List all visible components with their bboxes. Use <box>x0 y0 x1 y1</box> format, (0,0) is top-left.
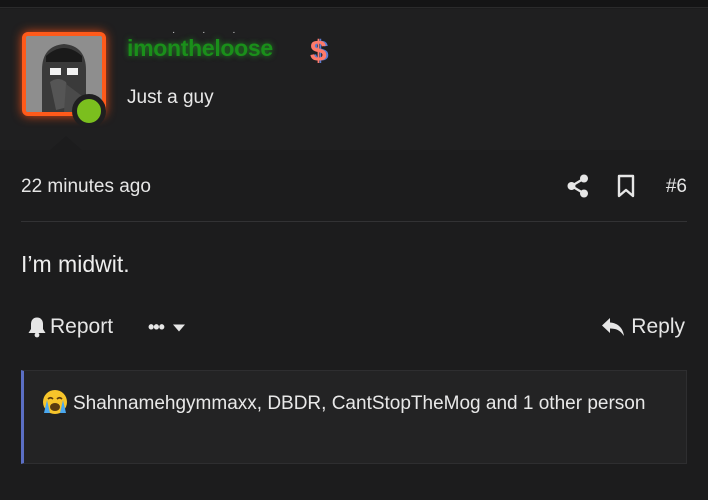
post-body: I’m midwit. <box>21 251 130 277</box>
divider <box>21 221 687 222</box>
post-meta-row: 22 minutes ago #6 <box>21 172 687 202</box>
top-strip <box>0 0 708 8</box>
user-title: Just a guy <box>127 87 214 108</box>
online-status-dot <box>72 94 106 128</box>
bookmark-icon[interactable] <box>617 174 635 203</box>
chevron-down-icon <box>172 324 185 331</box>
reply-button[interactable]: Reply <box>601 313 685 341</box>
share-icon[interactable] <box>567 174 589 203</box>
reactions-bar[interactable]: Shahnamehgymmaxx, DBDR, CantStopTheMog a… <box>21 370 687 464</box>
bell-icon <box>28 317 46 338</box>
user-header: · · · imontheloose $ Just a guy <box>0 9 708 150</box>
report-button[interactable]: Report <box>27 313 113 341</box>
dollar-icon: $ <box>310 35 327 68</box>
more-dots: ••• <box>148 317 165 337</box>
reactions-text: Shahnamehgymmaxx, DBDR, CantStopTheMog a… <box>73 393 646 414</box>
reply-arrow-icon <box>602 318 625 336</box>
header-pointer <box>50 136 82 150</box>
report-label: Report <box>50 315 114 338</box>
post-timestamp[interactable]: 22 minutes ago <box>21 176 151 198</box>
post-number[interactable]: #6 <box>666 176 687 198</box>
more-options-button[interactable]: ••• <box>148 317 186 338</box>
reply-label: Reply <box>631 315 685 338</box>
crying-face-icon <box>42 389 68 415</box>
username[interactable]: imontheloose <box>127 35 273 62</box>
